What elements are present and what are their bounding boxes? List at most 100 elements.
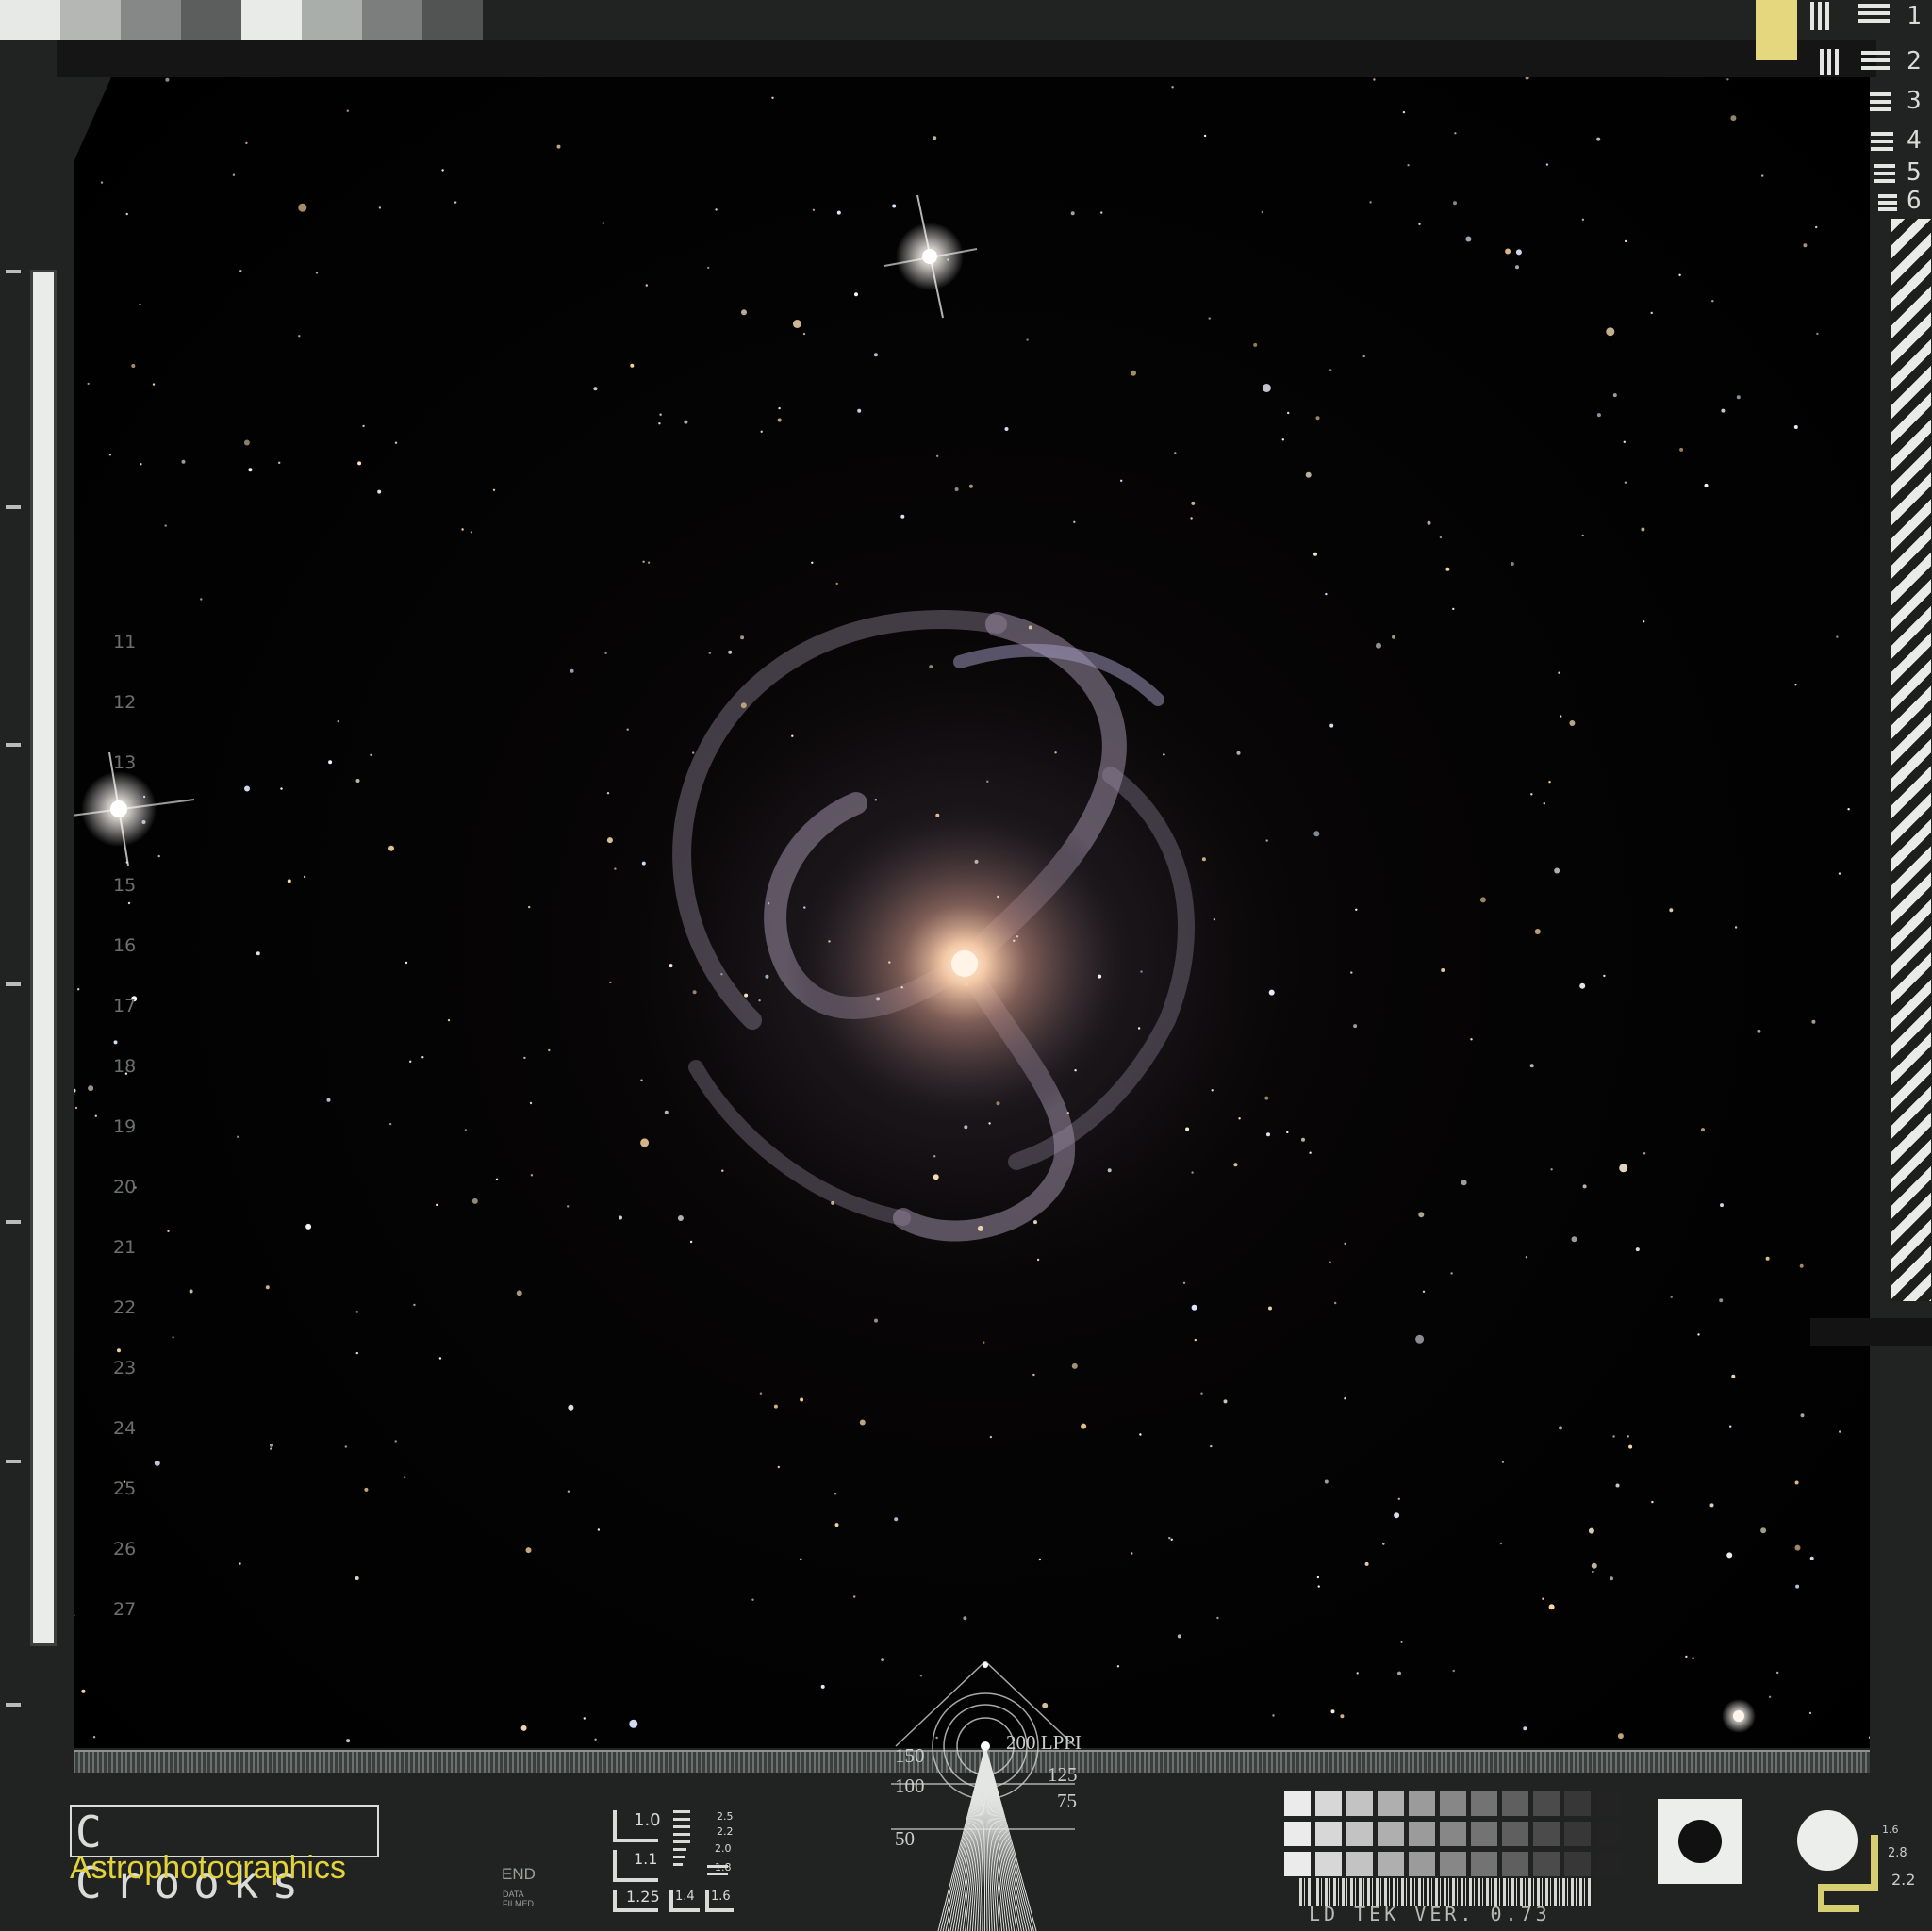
end-label: END xyxy=(502,1865,536,1883)
star xyxy=(270,1443,273,1447)
star xyxy=(1548,1604,1555,1610)
star xyxy=(1191,1304,1197,1311)
star xyxy=(1685,1655,1688,1659)
star xyxy=(1581,534,1584,537)
star xyxy=(1571,1236,1577,1243)
star xyxy=(1098,974,1102,979)
grayscale-patch xyxy=(1409,1852,1435,1876)
star xyxy=(1070,211,1075,216)
star xyxy=(244,785,250,792)
grayscale-patch xyxy=(1378,1852,1404,1876)
star xyxy=(874,1318,878,1323)
star xyxy=(1081,1423,1087,1429)
lens-label: 1.1 xyxy=(634,1850,658,1868)
calibration-patch xyxy=(302,0,362,40)
star xyxy=(1760,1527,1767,1534)
star xyxy=(1678,273,1681,276)
star xyxy=(974,859,979,864)
star xyxy=(740,635,745,640)
star xyxy=(1033,1220,1037,1225)
star xyxy=(593,387,598,391)
star xyxy=(684,420,688,424)
star xyxy=(1545,163,1549,166)
star xyxy=(1794,1480,1799,1485)
star xyxy=(1036,1258,1040,1262)
star xyxy=(1729,1425,1732,1428)
star xyxy=(859,1419,866,1426)
star xyxy=(802,332,806,336)
star xyxy=(388,1122,392,1126)
star xyxy=(1697,1333,1700,1336)
star xyxy=(1709,1503,1714,1508)
star xyxy=(1211,1089,1214,1092)
star xyxy=(1617,1733,1624,1740)
grayscale-patch xyxy=(1595,1791,1622,1816)
star xyxy=(873,353,878,357)
star xyxy=(1579,982,1586,989)
star xyxy=(232,173,236,176)
star xyxy=(645,284,648,287)
star xyxy=(1603,974,1606,978)
star xyxy=(1309,1151,1312,1154)
star xyxy=(986,780,989,783)
star xyxy=(1452,1669,1455,1673)
star xyxy=(629,1719,638,1728)
star xyxy=(74,1106,78,1110)
star xyxy=(1534,929,1541,934)
grayscale-patch xyxy=(1440,1822,1466,1846)
star xyxy=(1847,808,1850,811)
star xyxy=(597,1528,601,1531)
star xyxy=(800,1397,804,1402)
calibration-patch xyxy=(60,0,121,40)
star xyxy=(1139,1433,1142,1436)
star xyxy=(888,961,891,964)
grayscale-patch xyxy=(1378,1791,1404,1816)
corner-label: 1.6 xyxy=(1882,1824,1899,1836)
star xyxy=(1340,1714,1345,1719)
star xyxy=(1168,1536,1171,1540)
star xyxy=(800,1558,802,1560)
star xyxy=(834,1493,837,1495)
star xyxy=(520,1725,527,1731)
star xyxy=(1163,753,1165,756)
star xyxy=(1016,935,1019,938)
star xyxy=(1558,671,1560,674)
star xyxy=(1364,1561,1369,1566)
scale-label: 22 xyxy=(113,1297,137,1318)
resolution-label: 3 xyxy=(1907,87,1922,115)
ltn-logo-icon xyxy=(1818,1835,1878,1912)
star xyxy=(892,204,897,208)
star xyxy=(1559,1426,1562,1430)
star xyxy=(626,728,629,731)
galaxy-starfield xyxy=(74,77,1870,1743)
star xyxy=(357,461,362,466)
star xyxy=(933,1155,936,1158)
frame-scale: 11 12 13 15 16 17 18 19 20 21 22 23 24 2… xyxy=(113,632,170,1631)
star xyxy=(777,1465,780,1469)
star xyxy=(1757,1029,1761,1033)
star xyxy=(1190,517,1193,520)
calibration-patch xyxy=(362,0,422,40)
star xyxy=(1624,239,1627,243)
star xyxy=(1073,520,1076,523)
star xyxy=(1013,939,1016,942)
star xyxy=(1450,1272,1453,1275)
grayscale-patch xyxy=(1440,1791,1466,1816)
grayscale-patch xyxy=(1346,1791,1373,1816)
star xyxy=(740,702,747,709)
star xyxy=(100,181,104,184)
version-text: LD TEK VER. 0.73 xyxy=(1309,1903,1551,1925)
star xyxy=(492,488,496,491)
star xyxy=(954,487,959,491)
star xyxy=(1344,1242,1346,1246)
star xyxy=(1454,132,1457,135)
calibration-patch xyxy=(181,0,241,40)
grayscale-patch-grid xyxy=(1284,1791,1622,1878)
star xyxy=(874,799,877,801)
star xyxy=(1815,225,1818,229)
star xyxy=(1264,1096,1269,1100)
star xyxy=(1223,1399,1228,1404)
star xyxy=(328,760,333,765)
star xyxy=(394,441,398,444)
star xyxy=(936,454,939,457)
